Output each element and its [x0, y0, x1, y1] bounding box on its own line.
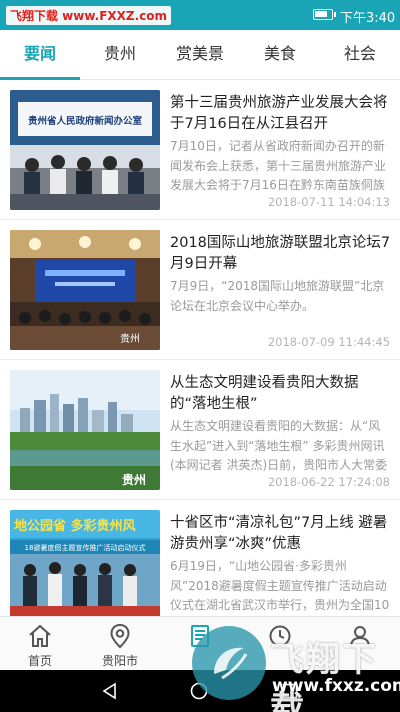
news-summary: 6月19日，“山地公园省·多彩贵州风”2018避暑度假主题宣传推广活动启动仪式在… — [170, 559, 390, 612]
nav-home[interactable]: 首页 — [0, 617, 80, 671]
tab-scenery[interactable]: 赏美景 — [160, 30, 240, 79]
thumbnail-banner-text: 地公园省 多彩贵州风 — [14, 518, 136, 534]
news-title: 2018国际山地旅游联盟北京论坛7月9日开幕 — [170, 235, 391, 272]
nav-guiyang[interactable]: 贵阳市 — [80, 617, 160, 671]
tab-guizhou[interactable]: 贵州 — [80, 30, 160, 79]
thumbnail-logo-text: 贵州 — [122, 472, 146, 487]
news-item[interactable]: 贵州省人民政府新闻办公室 第十三届贵州旅游产业发展大会将于7月16日在从江县召开… — [0, 81, 400, 220]
watermark-logo — [192, 626, 266, 700]
news-item[interactable]: 贵州 从生态文明建设看贵阳大数据的“落地生根” 从生态文明建设看贵阳的大数据：从… — [0, 361, 400, 500]
news-summary: 7月10日，记者从省政府新闻办召开的新闻发布会上获悉，第十三届贵州旅游产业发展大… — [170, 139, 387, 192]
tab-food[interactable]: 美食 — [240, 30, 320, 79]
status-bar: 飞翔下载 www.FXXZ.com 下午3:40 — [0, 0, 400, 30]
news-time: 2018-07-11 14:04:13 — [267, 195, 390, 209]
news-title: 十省区市“清凉礼包”7月上线 避暑游贵州享“冰爽”优惠 — [170, 515, 388, 552]
news-summary: 从生态文明建设看贵阳的大数据：从“风生水起”进入到“落地生根” 多彩贵州网讯(本… — [170, 419, 388, 472]
category-tabs: 要闻 贵州 赏美景 美食 社会 — [0, 30, 400, 80]
status-time: 下午3:40 — [340, 11, 396, 26]
nav-label: 首页 — [27, 654, 52, 668]
news-thumbnail: 贵州省人民政府新闻办公室 — [10, 90, 160, 210]
thumbnail-banner-subtext: 18避暑度假主题宣传推广活动启动仪式 — [25, 543, 146, 552]
battery-icon — [313, 9, 336, 20]
nav-label: 贵阳市 — [101, 654, 138, 668]
news-title: 第十三届贵州旅游产业发展大会将于7月16日在从江县召开 — [170, 95, 388, 132]
thumbnail-logo-text: 贵州 — [120, 332, 140, 345]
location-icon — [110, 623, 130, 649]
tab-yaowen[interactable]: 要闻 — [0, 30, 80, 80]
news-feed: 贵州省人民政府新闻办公室 第十三届贵州旅游产业发展大会将于7月16日在从江县召开… — [0, 81, 400, 616]
tab-society[interactable]: 社会 — [320, 30, 400, 79]
news-thumbnail: 地公园省 多彩贵州风 18避暑度假主题宣传推广活动启动仪式 — [10, 510, 160, 616]
news-time: 2018-06-22 17:24:08 — [267, 475, 390, 489]
news-item[interactable]: 贵州 2018国际山地旅游联盟北京论坛7月9日开幕 7月9日，“2018国际山地… — [0, 221, 400, 360]
back-icon[interactable] — [100, 681, 120, 701]
watermark-url: www.fxxz.com — [272, 676, 400, 696]
watermark-banner: 飞翔下载 www.FXXZ.com — [6, 6, 172, 25]
news-summary: 7月9日，“2018国际山地旅游联盟”北京论坛在北京会议中心举办。 — [170, 279, 385, 313]
news-title: 从生态文明建设看贵阳大数据的“落地生根” — [170, 375, 359, 412]
news-thumbnail: 贵州 — [10, 230, 160, 350]
thumbnail-sign-text: 贵州省人民政府新闻办公室 — [28, 115, 143, 127]
news-thumbnail: 贵州 — [10, 370, 160, 490]
home-icon — [29, 624, 51, 647]
news-time: 2018-07-09 11:44:45 — [267, 335, 390, 349]
watermark-brand: 飞翔下载 — [270, 640, 378, 712]
news-item[interactable]: 地公园省 多彩贵州风 18避暑度假主题宣传推广活动启动仪式 十省区市“清凉礼包”… — [0, 501, 400, 616]
